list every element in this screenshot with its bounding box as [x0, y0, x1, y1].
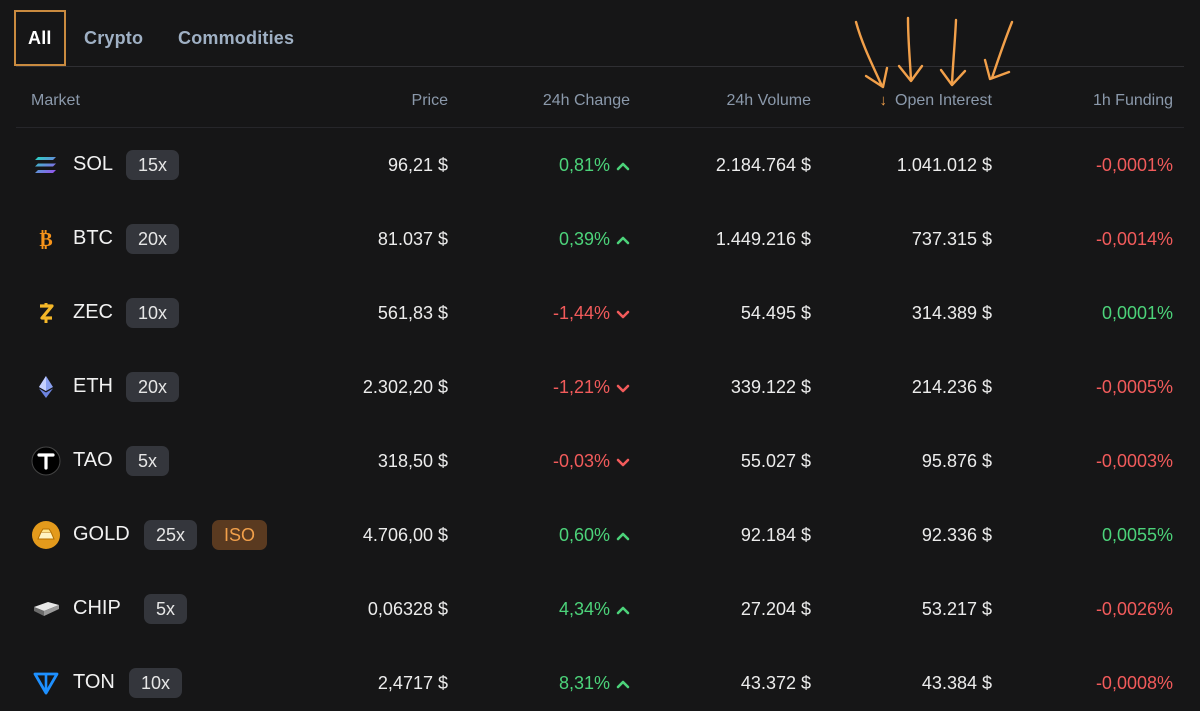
header-divider	[16, 127, 1184, 128]
leverage-badge: 10x	[126, 298, 180, 328]
ticker-label: SOL	[73, 153, 114, 175]
price-cell: 4.706,00 $	[362, 525, 448, 545]
ticker-label: GOLD	[73, 523, 130, 545]
price-cell: 81.037 $	[377, 229, 448, 249]
change-value: -1,44%	[552, 303, 610, 323]
chevron-up-icon	[610, 673, 630, 693]
leverage-badge: 15x	[126, 150, 180, 180]
funding-cell: -0,0005%	[1095, 377, 1173, 397]
change-cell: -1,21%	[470, 375, 630, 399]
price-cell: 318,50 $	[377, 451, 448, 471]
funding-cell: -0,0014%	[1095, 229, 1173, 249]
arrow-down-icon: ↓	[879, 92, 888, 109]
tab-all[interactable]: All	[14, 10, 66, 66]
tab-crypto[interactable]: Crypto	[84, 10, 143, 66]
change-value: 0,60%	[558, 525, 610, 545]
open-interest-cell: 53.217 $	[921, 599, 992, 619]
leverage-badge: 5x	[126, 446, 170, 476]
chevron-up-icon	[610, 525, 630, 545]
change-cell: 0,60%	[470, 523, 630, 547]
price-cell: 96,21 $	[387, 155, 448, 175]
price-cell: 561,83 $	[377, 303, 448, 323]
change-value: 0,81%	[558, 155, 610, 175]
volume-cell: 55.027 $	[740, 451, 811, 471]
open-interest-cell: 43.384 $	[921, 673, 992, 693]
ticker-label: TAO	[73, 449, 113, 471]
volume-cell: 92.184 $	[740, 525, 811, 545]
chevron-up-icon	[610, 229, 630, 249]
gold-bar-icon	[31, 520, 61, 550]
funding-cell: -0,0001%	[1095, 155, 1173, 175]
chevron-up-icon	[610, 599, 630, 619]
zcash-icon	[31, 298, 61, 328]
bittensor-icon	[31, 446, 61, 476]
volume-cell: 43.372 $	[740, 673, 811, 693]
leverage-badge: 20x	[126, 224, 180, 254]
volume-cell: 27.204 $	[740, 599, 811, 619]
chip-icon	[31, 594, 61, 624]
toncoin-icon	[31, 668, 61, 698]
open-interest-cell: 92.336 $	[921, 525, 992, 545]
ticker-label: TON	[73, 671, 115, 693]
column-header-price[interactable]: Price	[300, 92, 448, 114]
tab-commodities[interactable]: Commodities	[178, 10, 294, 66]
open-interest-cell: 1.041.012 $	[896, 155, 992, 175]
funding-cell: -0,0008%	[1095, 673, 1173, 693]
ticker-label: BTC	[73, 227, 113, 249]
column-header-1h-funding[interactable]: 1h Funding	[1020, 92, 1173, 114]
bitcoin-icon: ₿	[31, 224, 61, 254]
solana-icon	[31, 150, 61, 180]
volume-cell: 54.495 $	[740, 303, 811, 323]
ticker-label: ETH	[73, 375, 113, 397]
change-cell: 0,39%	[470, 227, 630, 251]
change-cell: 8,31%	[470, 671, 630, 695]
open-interest-label: Open Interest	[895, 92, 992, 109]
change-cell: -1,44%	[470, 301, 630, 325]
open-interest-cell: 314.389 $	[911, 303, 992, 323]
ethereum-icon	[31, 372, 61, 402]
svg-text:₿: ₿	[39, 227, 52, 251]
open-interest-cell: 214.236 $	[911, 377, 992, 397]
leverage-badge: 20x	[126, 372, 180, 402]
ticker-label: ZEC	[73, 301, 113, 323]
funding-cell: 0,0001%	[1101, 303, 1173, 323]
change-value: 0,39%	[558, 229, 610, 249]
column-header-24h-volume[interactable]: 24h Volume	[650, 92, 811, 114]
volume-cell: 1.449.216 $	[715, 229, 811, 249]
funding-cell: 0,0055%	[1101, 525, 1173, 545]
change-cell: 4,34%	[470, 597, 630, 621]
open-interest-cell: 95.876 $	[921, 451, 992, 471]
ticker-label: CHIP	[73, 597, 121, 619]
change-cell: 0,81%	[470, 153, 630, 177]
leverage-badge: 25x	[144, 520, 198, 550]
funding-cell: -0,0026%	[1095, 599, 1173, 619]
chevron-down-icon	[610, 451, 630, 471]
iso-badge: ISO	[212, 520, 268, 550]
change-value: -1,21%	[552, 377, 610, 397]
chevron-up-icon	[610, 155, 630, 175]
price-cell: 0,06328 $	[367, 599, 448, 619]
volume-cell: 339.122 $	[730, 377, 811, 397]
funding-cell: -0,0003%	[1095, 451, 1173, 471]
change-value: -0,03%	[552, 451, 610, 471]
volume-cell: 2.184.764 $	[715, 155, 811, 175]
price-cell: 2,4717 $	[377, 673, 448, 693]
leverage-badge: 10x	[129, 668, 183, 698]
tab-bar: All Crypto Commodities	[14, 10, 1184, 67]
column-header-open-interest[interactable]: ↓ Open Interest	[830, 92, 992, 114]
column-header-market[interactable]: Market	[31, 92, 80, 114]
chevron-down-icon	[610, 377, 630, 397]
open-interest-cell: 737.315 $	[911, 229, 992, 249]
leverage-badge: 5x	[144, 594, 188, 624]
column-header-24h-change[interactable]: 24h Change	[470, 92, 630, 114]
change-cell: -0,03%	[470, 449, 630, 473]
price-cell: 2.302,20 $	[362, 377, 448, 397]
change-value: 4,34%	[558, 599, 610, 619]
chevron-down-icon	[610, 303, 630, 323]
change-value: 8,31%	[558, 673, 610, 693]
